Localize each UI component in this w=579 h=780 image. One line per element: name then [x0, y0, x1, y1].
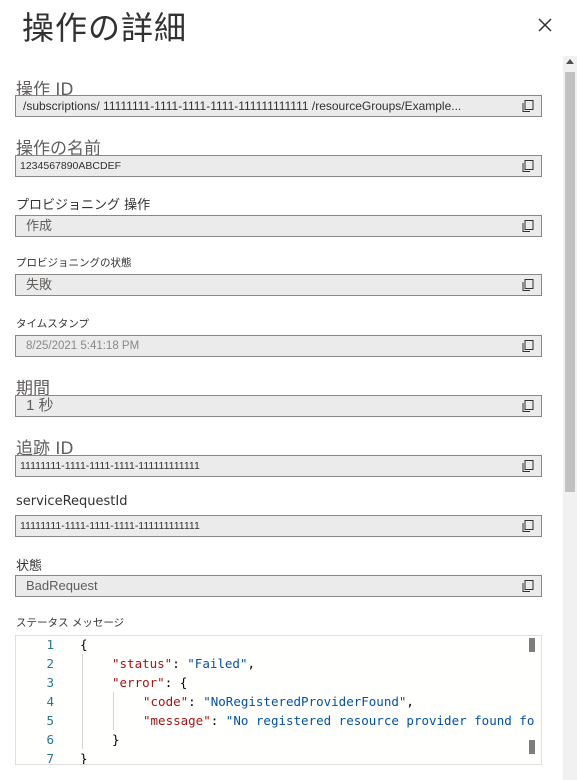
- service-request-id-label: serviceRequestId: [16, 494, 128, 509]
- copy-icon[interactable]: [521, 219, 535, 233]
- operation-name-value: 1234567890ABCDEF: [20, 160, 121, 172]
- status-label: 状態: [16, 559, 43, 574]
- indent-guide: [82, 654, 83, 749]
- line-number: 6: [46, 732, 54, 747]
- line-number: 2: [46, 656, 54, 671]
- status-field[interactable]: BadRequest: [15, 575, 542, 597]
- panel-scrollbar[interactable]: [563, 56, 577, 780]
- line-number: 5: [46, 713, 54, 728]
- tracking-id-value: 11111111-1111-1111-1111-111111111111: [20, 460, 200, 472]
- code-line: "code": "NoRegisteredProviderFound",: [143, 694, 414, 709]
- code-line: "message": "No registered resource provi…: [143, 713, 535, 728]
- code-line: }: [80, 751, 88, 765]
- status-value: BadRequest: [26, 578, 98, 593]
- status-message-editor[interactable]: 1 2 3 4 5 6 7 { "status": "Failed", "err…: [15, 635, 542, 765]
- timestamp-field[interactable]: 8/25/2021 5:41:18 PM: [15, 335, 542, 357]
- scroll-up-arrow-icon[interactable]: [566, 59, 574, 64]
- code-line: "status": "Failed",: [112, 656, 256, 671]
- provisioning-state-field[interactable]: 失敗: [15, 274, 542, 296]
- editor-code: { "status": "Failed", "error": { "code":…: [80, 636, 535, 765]
- copy-icon[interactable]: [521, 339, 535, 353]
- service-request-id-field[interactable]: 11111111-1111-1111-1111-111111111111: [15, 515, 542, 537]
- close-icon[interactable]: [534, 14, 556, 36]
- indent-guide: [113, 692, 114, 730]
- tracking-id-field[interactable]: 11111111-1111-1111-1111-111111111111: [15, 455, 542, 477]
- code-line: {: [80, 637, 88, 652]
- copy-icon[interactable]: [521, 519, 535, 533]
- operation-name-field[interactable]: 1234567890ABCDEF: [15, 155, 542, 177]
- provisioning-operation-field[interactable]: 作成: [15, 215, 542, 237]
- duration-value: 1 秒: [26, 397, 54, 414]
- operation-id-value: /subscriptions/ 11111111-1111-1111-1111-…: [23, 99, 462, 113]
- details-content: 操作 ID /subscriptions/ 11111111-1111-1111…: [0, 56, 562, 780]
- line-number: 3: [46, 675, 54, 690]
- status-message-label: ステータス メッセージ: [16, 617, 125, 629]
- copy-icon[interactable]: [521, 399, 535, 413]
- duration-field[interactable]: 1 秒: [15, 395, 542, 417]
- service-request-id-value: 11111111-1111-1111-1111-111111111111: [20, 520, 200, 532]
- timestamp-label: タイムスタンプ: [16, 318, 89, 330]
- copy-icon[interactable]: [521, 159, 535, 173]
- copy-icon[interactable]: [521, 99, 535, 113]
- editor-scrollbar[interactable]: [529, 636, 535, 764]
- editor-gutter: 1 2 3 4 5 6 7: [16, 636, 76, 764]
- provisioning-state-label: プロビジョニングの状態: [16, 257, 132, 269]
- code-line: }: [112, 732, 120, 747]
- copy-icon[interactable]: [521, 278, 535, 292]
- timestamp-value: 8/25/2021 5:41:18 PM: [26, 340, 140, 352]
- panel-title: 操作の詳細: [22, 9, 188, 47]
- provisioning-state-value: 失敗: [26, 277, 53, 292]
- copy-icon[interactable]: [521, 459, 535, 473]
- line-number: 7: [46, 751, 54, 765]
- scrollbar-thumb[interactable]: [565, 72, 575, 492]
- provisioning-operation-label: プロビジョニング 操作: [16, 198, 151, 213]
- line-number: 1: [46, 637, 54, 652]
- code-line: "error": {: [112, 675, 188, 690]
- copy-icon[interactable]: [521, 579, 535, 593]
- operation-id-field[interactable]: /subscriptions/ 11111111-1111-1111-1111-…: [15, 95, 542, 117]
- line-number: 4: [46, 694, 54, 709]
- provisioning-operation-value: 作成: [26, 218, 53, 233]
